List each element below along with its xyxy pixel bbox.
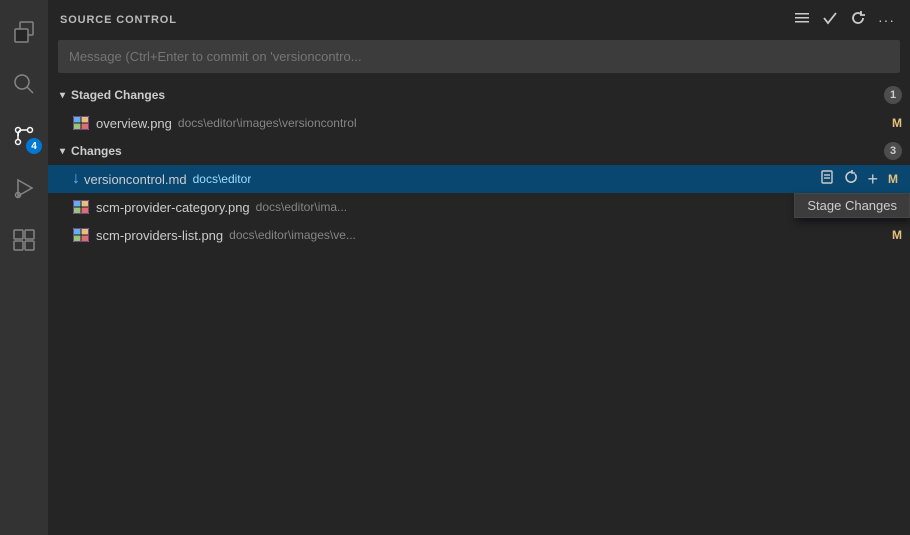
image-file-icon — [72, 116, 90, 130]
changes-file-status-3: M — [892, 228, 902, 242]
selected-filename: versioncontrol.md — [84, 172, 187, 187]
run-debug-icon[interactable] — [0, 164, 48, 212]
changes-file-row-2[interactable]: scm-provider-category.png docs\editor\im… — [48, 193, 910, 221]
changes-filepath-2: docs\editor\ima... — [256, 200, 347, 214]
changes-file-row-selected[interactable]: ↓ versioncontrol.md docs\editor — [48, 165, 910, 193]
commit-message-input[interactable] — [58, 40, 900, 73]
context-menu-stage-label: Stage Changes — [807, 198, 897, 213]
selected-file-status: M — [888, 172, 898, 186]
staged-changes-header[interactable]: ▾ Staged Changes 1 — [48, 81, 910, 109]
panel-header: SOURCE CONTROL ··· — [48, 0, 910, 40]
image-file-icon-3 — [72, 228, 90, 242]
search-icon[interactable] — [0, 60, 48, 108]
row-actions: + M — [817, 167, 898, 191]
modified-arrow-icon: ↓ — [72, 170, 80, 188]
staged-filepath: docs\editor\images\versioncontrol — [178, 116, 357, 130]
open-file-icon[interactable] — [817, 167, 837, 191]
changes-filename-3: scm-providers-list.png — [96, 228, 223, 243]
header-actions: ··· — [791, 7, 898, 34]
changes-label: Changes — [71, 144, 122, 158]
changes-chevron: ▾ — [60, 146, 65, 157]
staged-file-status: M — [892, 116, 902, 130]
file-list: ▾ Staged Changes 1 overview.png docs\edi… — [48, 81, 910, 535]
source-control-panel: SOURCE CONTROL ··· — [48, 0, 910, 535]
commit-input-area — [58, 40, 900, 73]
staged-file-row[interactable]: overview.png docs\editor\images\versionc… — [48, 109, 910, 137]
source-control-badge: 4 — [26, 138, 42, 154]
changes-filepath-3: docs\editor\images\ve... — [229, 228, 356, 242]
staged-changes-chevron: ▾ — [60, 90, 65, 101]
panel-title: SOURCE CONTROL — [60, 14, 177, 26]
source-control-icon[interactable]: 4 — [0, 112, 48, 160]
refresh-icon[interactable] — [847, 7, 869, 34]
changes-count: 3 — [884, 142, 902, 160]
more-actions-icon[interactable]: ··· — [875, 9, 898, 31]
commit-checkmark-icon[interactable] — [819, 7, 841, 34]
staged-filename: overview.png — [96, 116, 172, 131]
changes-filename-2: scm-provider-category.png — [96, 200, 250, 215]
discard-changes-icon[interactable] — [841, 167, 861, 191]
changes-header[interactable]: ▾ Changes 3 — [48, 137, 910, 165]
staged-changes-label: Staged Changes — [71, 88, 165, 102]
explorer-icon[interactable] — [0, 8, 48, 56]
selected-filepath: docs\editor — [193, 172, 252, 186]
image-file-icon-2 — [72, 200, 90, 214]
stage-changes-plus-icon[interactable]: + — [865, 168, 880, 190]
context-menu[interactable]: Stage Changes — [794, 193, 910, 218]
list-view-icon[interactable] — [791, 7, 813, 34]
activity-bar: 4 — [0, 0, 48, 535]
extensions-icon[interactable] — [0, 216, 48, 264]
changes-file-row-3[interactable]: scm-providers-list.png docs\editor\image… — [48, 221, 910, 249]
staged-changes-count: 1 — [884, 86, 902, 104]
